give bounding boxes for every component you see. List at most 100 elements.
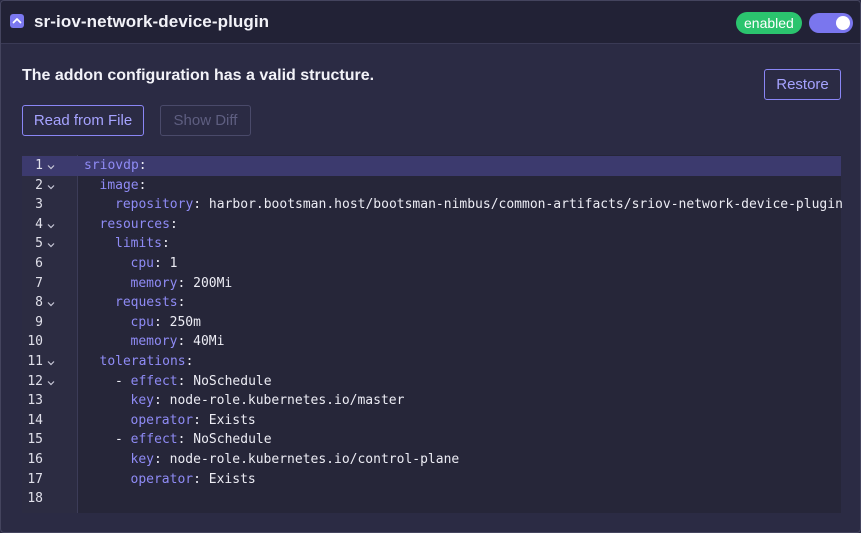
code-text: limits: — [115, 236, 170, 251]
read-from-file-button[interactable]: Read from File — [22, 105, 144, 136]
yaml-key: requests — [115, 295, 178, 311]
code-text: key: node-role.kubernetes.io/control-pla… — [131, 452, 460, 467]
line-number: 5 — [35, 236, 43, 252]
yaml-separator: : — [161, 236, 170, 252]
addon-panel: sr-iov-network-device-plugin enabled The… — [0, 0, 861, 533]
addon-header: sr-iov-network-device-plugin enabled — [1, 1, 860, 44]
yaml-separator: : — [153, 452, 162, 467]
fold-chevron-icon[interactable] — [47, 354, 55, 370]
yaml-value: 200Mi — [185, 275, 233, 291]
code-line[interactable]: 15 - effect: NoSchedule — [22, 430, 841, 450]
code-text: resources: — [100, 217, 178, 232]
toggle-knob — [836, 16, 850, 30]
code-text: - effect: NoSchedule — [115, 432, 272, 448]
yaml-key: memory — [130, 275, 178, 291]
code-line[interactable]: 8 requests: — [22, 293, 841, 313]
show-diff-button[interactable]: Show Diff — [160, 105, 251, 136]
yaml-value: harbor.bootsman.host/bootsman-nimbus/com… — [201, 197, 843, 213]
code-text: repository: harbor.bootsman.host/bootsma… — [115, 197, 843, 212]
yaml-key: repository — [115, 197, 194, 213]
line-number: 9 — [35, 314, 43, 330]
yaml-key: effect — [130, 373, 178, 389]
yaml-value: 40Mi — [185, 334, 225, 350]
code-text: image: — [100, 178, 147, 193]
code-text: sriovdp: — [84, 158, 147, 173]
code-text: tolerations: — [100, 354, 194, 369]
code-line[interactable]: 12 - effect: NoSchedule — [22, 372, 841, 392]
yaml-separator: : — [153, 314, 162, 330]
code-line[interactable]: 14 operator: Exists — [22, 411, 841, 431]
code-text: cpu: 1 — [131, 256, 178, 271]
code-line[interactable]: 13 key: node-role.kubernetes.io/master — [22, 391, 841, 411]
code-line[interactable]: 11 tolerations: — [22, 352, 841, 372]
code-line[interactable]: 5 limits: — [22, 234, 841, 254]
code-line[interactable]: 7 memory: 200Mi — [22, 274, 841, 294]
addon-title: sr-iov-network-device-plugin — [34, 12, 270, 31]
fold-chevron-icon[interactable] — [47, 217, 55, 233]
line-number: 17 — [27, 471, 43, 487]
yaml-separator: : — [153, 393, 162, 409]
yaml-key: operator — [130, 412, 194, 428]
code-line[interactable]: 3 repository: harbor.bootsman.host/bootsm… — [22, 195, 843, 215]
yaml-separator: : — [193, 412, 201, 428]
fold-chevron-icon[interactable] — [47, 295, 55, 311]
status-badge: enabled — [736, 12, 802, 34]
code-line[interactable]: 17 operator: Exists — [22, 470, 841, 490]
yaml-key: resources — [99, 216, 170, 232]
yaml-key: key — [130, 452, 154, 467]
line-number: 14 — [27, 412, 43, 428]
code-line[interactable]: 16 key: node-role.kubernetes.io/control-p… — [22, 450, 841, 470]
code-line[interactable]: 18 — [22, 489, 841, 509]
yaml-key: key — [130, 393, 154, 409]
line-number: 15 — [27, 432, 43, 448]
code-line[interactable]: 6 cpu: 1 — [22, 254, 841, 274]
yaml-value: node-role.kubernetes.io/control-plane — [161, 452, 460, 467]
yaml-separator: : — [153, 256, 162, 271]
yaml-value: 1 — [161, 256, 178, 271]
code-text: - effect: NoSchedule — [115, 373, 272, 389]
yaml-key: limits — [115, 236, 162, 252]
restore-button[interactable]: Restore — [764, 69, 841, 100]
yaml-key: cpu — [130, 256, 154, 271]
code-text: requests: — [115, 295, 185, 310]
yaml-key: tolerations — [99, 354, 186, 369]
line-number: 11 — [27, 354, 43, 369]
line-number: 1 — [35, 158, 43, 173]
fold-chevron-icon[interactable] — [47, 374, 55, 390]
code-text: key: node-role.kubernetes.io/master — [131, 393, 405, 408]
fold-chevron-icon[interactable] — [47, 158, 55, 174]
code-line[interactable]: 9 cpu: 250m — [22, 313, 841, 333]
validation-message: The addon configuration has a valid stru… — [22, 67, 375, 84]
fold-chevron-icon[interactable] — [47, 236, 55, 252]
yaml-separator: : — [193, 471, 201, 487]
chevron-up-icon — [12, 18, 22, 24]
enable-toggle[interactable] — [809, 13, 853, 33]
code-line[interactable]: 4 resources: — [22, 215, 841, 235]
line-number: 6 — [35, 256, 43, 271]
yaml-key: cpu — [130, 314, 154, 330]
yaml-separator: : — [185, 354, 194, 369]
yaml-value: Exists — [200, 412, 256, 428]
line-number: 7 — [35, 275, 43, 291]
code-text: memory: 200Mi — [131, 276, 233, 291]
collapse-toggle-button[interactable] — [10, 14, 24, 28]
code-line[interactable]: 2 image: — [22, 176, 841, 196]
line-number: 10 — [27, 334, 43, 350]
yaml-key: operator — [130, 471, 194, 487]
code-line[interactable]: 10 memory: 40Mi — [22, 332, 841, 352]
yaml-editor[interactable]: 1 sriovdp: 2 image: 3 repository: harbor.boot… — [22, 155, 843, 513]
code-text: operator: Exists — [131, 472, 256, 487]
fold-chevron-icon[interactable] — [47, 178, 55, 194]
yaml-value: 250m — [161, 314, 201, 330]
yaml-separator: : — [169, 216, 178, 232]
code-line[interactable]: 1 sriovdp: — [22, 156, 841, 176]
yaml-key: memory — [130, 334, 178, 350]
code-text: cpu: 250m — [131, 315, 201, 330]
line-number: 16 — [27, 452, 43, 467]
yaml-key: sriovdp — [84, 158, 139, 173]
code-text: memory: 40Mi — [131, 334, 225, 349]
yaml-key: effect — [130, 432, 178, 448]
yaml-value: NoSchedule — [185, 432, 272, 448]
line-number: 3 — [35, 197, 43, 213]
yaml-value: Exists — [200, 471, 256, 487]
